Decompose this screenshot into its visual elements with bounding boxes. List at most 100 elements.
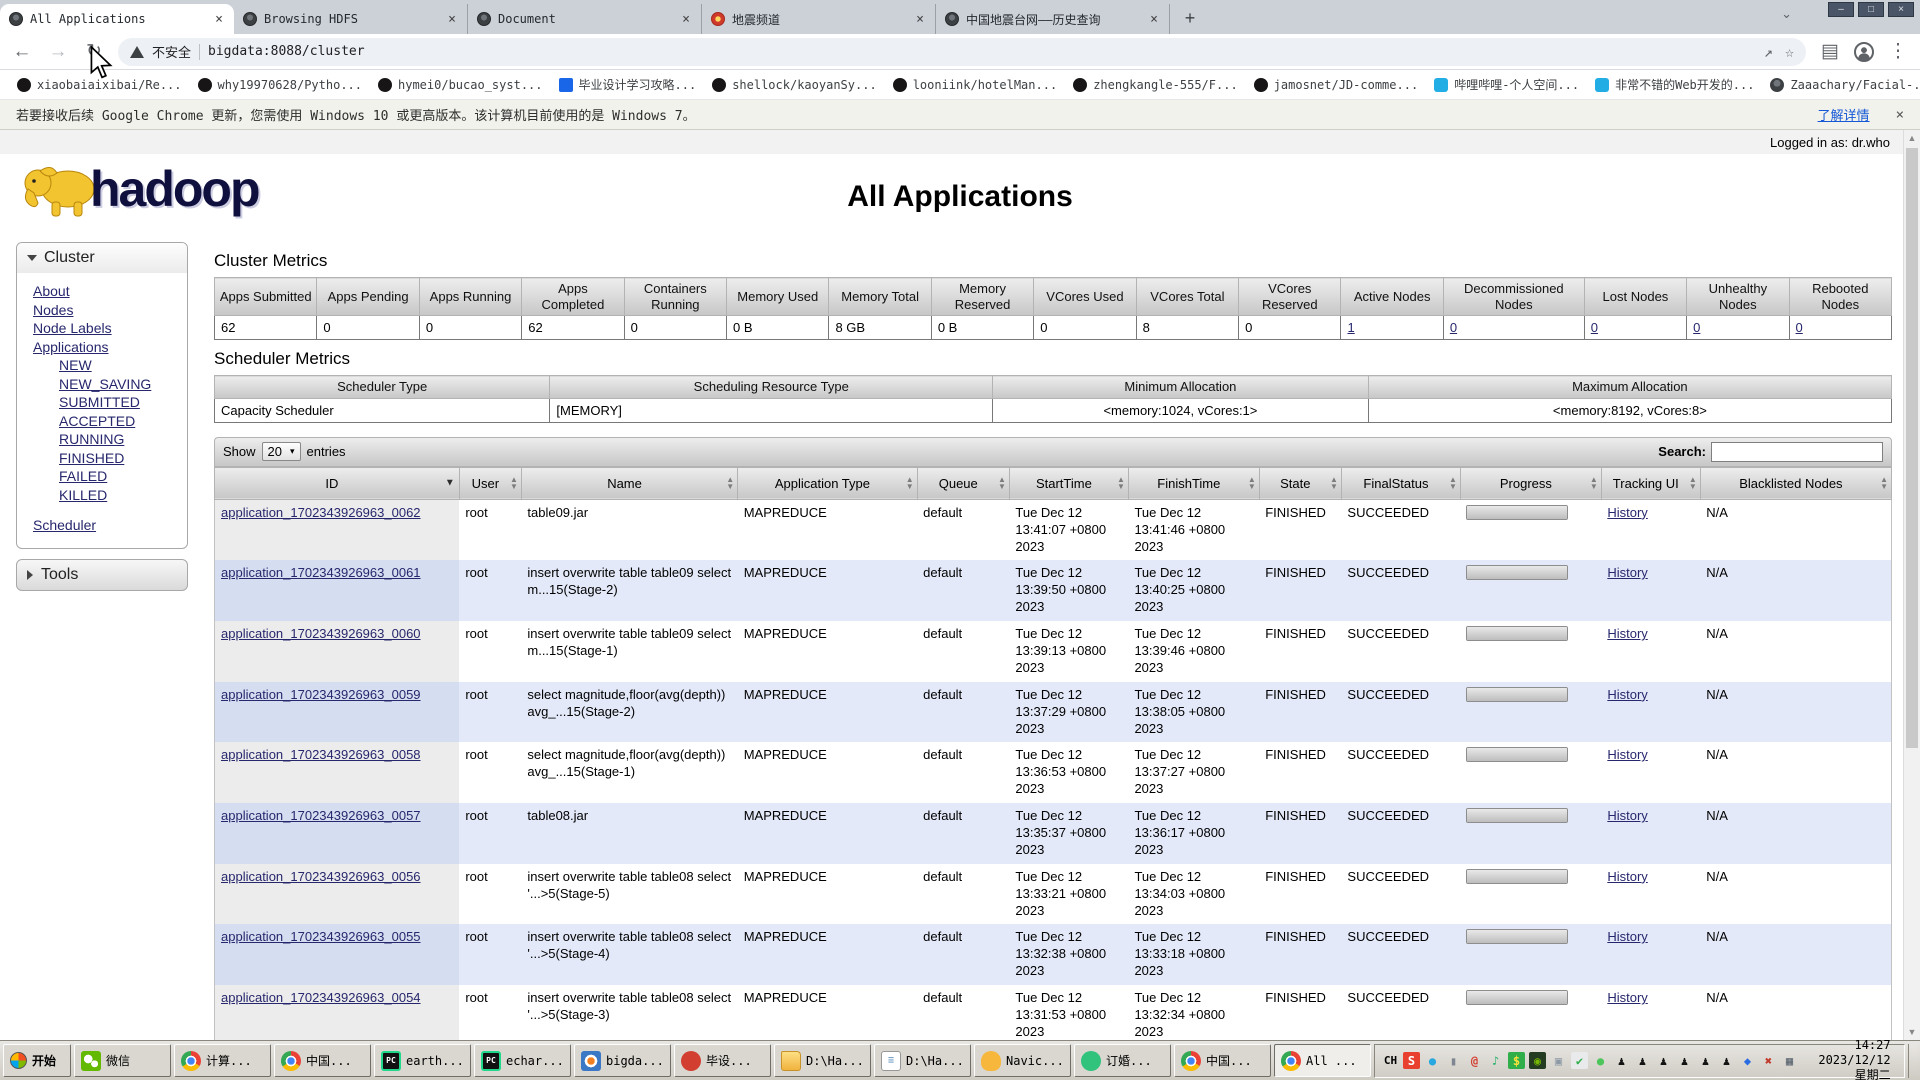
tools-section-header[interactable]: Tools bbox=[16, 559, 188, 591]
bookmark-looniink-hotelman[interactable]: looniink/hotelMan... bbox=[888, 76, 1063, 94]
tab-all-applications[interactable]: All Applications× bbox=[0, 4, 234, 34]
taskbar-button-d-ha[interactable]: ≡D:\Ha... bbox=[874, 1044, 971, 1077]
share-icon[interactable]: ↗ bbox=[1764, 43, 1773, 61]
qq-penguin-3-icon[interactable]: ♟ bbox=[1655, 1052, 1672, 1069]
search-input[interactable] bbox=[1711, 442, 1883, 462]
maximize-button[interactable]: □ bbox=[1858, 2, 1884, 17]
cluster-metric-link[interactable]: 0 bbox=[1693, 320, 1700, 335]
sidebar-item-nodes[interactable]: Nodes bbox=[33, 302, 181, 319]
address-bar[interactable]: 不安全 bigdata:8088/cluster ↗ ☆ bbox=[118, 38, 1806, 66]
wechat-tray-icon[interactable]: ● bbox=[1592, 1052, 1609, 1069]
coin-plugin-icon[interactable]: $ bbox=[1508, 1052, 1525, 1069]
side-panel-icon[interactable]: ▤ bbox=[1818, 40, 1842, 63]
app-id-link[interactable]: application_1702343926963_0060 bbox=[221, 626, 421, 641]
sidebar-state-finished[interactable]: FINISHED bbox=[59, 450, 181, 467]
bookmark-web[interactable]: 非常不错的Web开发的... bbox=[1590, 74, 1759, 95]
close-button[interactable]: × bbox=[1888, 2, 1914, 17]
tab-close-icon[interactable]: × bbox=[1148, 12, 1160, 27]
tab-item[interactable]: 中国地震台网——历史查询× bbox=[936, 4, 1170, 34]
history-link[interactable]: History bbox=[1607, 505, 1647, 520]
scrollbar-thumb[interactable] bbox=[1906, 148, 1918, 748]
taskbar-button-item[interactable]: 中国... bbox=[1174, 1044, 1271, 1077]
column-header-blacklisted-nodes[interactable]: Blacklisted Nodes▲▼ bbox=[1700, 467, 1891, 499]
qq-penguin-2-icon[interactable]: ♟ bbox=[1634, 1052, 1651, 1069]
sidebar-state-accepted[interactable]: ACCEPTED bbox=[59, 413, 181, 430]
taskbar-button-item[interactable]: 计算... bbox=[174, 1044, 271, 1077]
app-id-link[interactable]: application_1702343926963_0055 bbox=[221, 929, 421, 944]
learn-more-link[interactable]: 了解详情 bbox=[1818, 105, 1870, 124]
bookmark-zaaachary-facial[interactable]: Zaaachary/Facial-... bbox=[1765, 76, 1920, 94]
bookmark-jamosnet-jd-comme[interactable]: jamosnet/JD-comme... bbox=[1249, 76, 1424, 94]
app-id-link[interactable]: application_1702343926963_0054 bbox=[221, 990, 421, 1005]
taskbar-button-item[interactable]: 毕设... bbox=[674, 1044, 771, 1077]
taskbar-button-echar[interactable]: PCechar... bbox=[474, 1044, 571, 1077]
minimize-button[interactable]: – bbox=[1828, 2, 1854, 17]
sidebar-state-running[interactable]: RUNNING bbox=[59, 431, 181, 448]
tab-close-icon[interactable]: × bbox=[914, 12, 926, 27]
qq-penguin-5-icon[interactable]: ♟ bbox=[1697, 1052, 1714, 1069]
column-header-name[interactable]: Name▲▼ bbox=[521, 467, 737, 499]
sidebar-state-new[interactable]: NEW bbox=[59, 357, 181, 374]
taskbar-button-item[interactable]: 微信 bbox=[74, 1044, 171, 1077]
qq-penguin-4-icon[interactable]: ♟ bbox=[1676, 1052, 1693, 1069]
page-scrollbar[interactable]: ▲ ▼ bbox=[1903, 130, 1920, 1040]
tab-document[interactable]: Document× bbox=[468, 4, 702, 34]
bookmark-item[interactable]: 毕业设计学习攻略... bbox=[554, 74, 702, 95]
column-header-progress[interactable]: Progress▲▼ bbox=[1460, 467, 1601, 499]
column-header-tracking-ui[interactable]: Tracking UI▲▼ bbox=[1601, 467, 1700, 499]
profile-icon[interactable] bbox=[1854, 42, 1874, 62]
taskbar-button-d-ha[interactable]: D:\Ha... bbox=[774, 1044, 871, 1077]
cluster-section-header[interactable]: Cluster bbox=[17, 243, 187, 273]
sidebar-state-killed[interactable]: KILLED bbox=[59, 487, 181, 504]
taskbar-button-item[interactable]: 中国... bbox=[274, 1044, 371, 1077]
sidebar-state-submitted[interactable]: SUBMITTED bbox=[59, 394, 181, 411]
scroll-down-icon[interactable]: ▼ bbox=[1904, 1027, 1920, 1037]
network-status-icon[interactable]: ▦ bbox=[1781, 1052, 1798, 1069]
new-tab-button[interactable]: + bbox=[1176, 4, 1204, 32]
sidebar-item-applications[interactable]: Applications bbox=[33, 339, 181, 356]
nvidia-settings-icon[interactable]: ◉ bbox=[1529, 1052, 1546, 1069]
column-header-user[interactable]: User▲▼ bbox=[459, 467, 521, 499]
tab-search-chevron-icon[interactable]: ⌄ bbox=[1781, 6, 1792, 22]
column-header-queue[interactable]: Queue▲▼ bbox=[917, 467, 1009, 499]
taskbar-button-item[interactable]: 订婚... bbox=[1074, 1044, 1171, 1077]
back-icon[interactable]: ← bbox=[10, 41, 34, 63]
column-header-state[interactable]: State▲▼ bbox=[1259, 467, 1341, 499]
app-id-link[interactable]: application_1702343926963_0057 bbox=[221, 808, 421, 823]
red-swirl-icon[interactable]: @ bbox=[1466, 1052, 1483, 1069]
cluster-metric-link[interactable]: 0 bbox=[1591, 320, 1598, 335]
history-link[interactable]: History bbox=[1607, 687, 1647, 702]
not-secure-warning-icon[interactable] bbox=[130, 46, 144, 58]
volume-muted-icon[interactable]: ✖ bbox=[1760, 1052, 1777, 1069]
taskbar-button-all[interactable]: All ... bbox=[1274, 1044, 1371, 1077]
history-link[interactable]: History bbox=[1607, 869, 1647, 884]
app-id-link[interactable]: application_1702343926963_0058 bbox=[221, 747, 421, 762]
show-desktop-button[interactable] bbox=[1908, 1044, 1917, 1078]
bookmark-shellock-kaoyansy[interactable]: shellock/kaoyanSy... bbox=[707, 76, 882, 94]
bookmark-item[interactable]: 哔哩哔哩-个人空间... bbox=[1429, 74, 1584, 95]
app-id-link[interactable]: application_1702343926963_0059 bbox=[221, 687, 421, 702]
app-id-link[interactable]: application_1702343926963_0062 bbox=[221, 505, 421, 520]
menu-dots-icon[interactable]: ⋮ bbox=[1886, 40, 1910, 63]
app-id-link[interactable]: application_1702343926963_0056 bbox=[221, 869, 421, 884]
qq-penguin-6-icon[interactable]: ♟ bbox=[1718, 1052, 1735, 1069]
bookmark-hymei0-bucao-syst[interactable]: hymei0/bucao_syst... bbox=[373, 76, 548, 94]
tab-close-icon[interactable]: × bbox=[680, 12, 692, 27]
column-header-finishtime[interactable]: FinishTime▲▼ bbox=[1128, 467, 1259, 499]
qq-penguin-1-icon[interactable]: ♟ bbox=[1613, 1052, 1630, 1069]
taskbar-button-navic[interactable]: Navic... bbox=[974, 1044, 1071, 1077]
cluster-metric-link[interactable]: 0 bbox=[1796, 320, 1803, 335]
sidebar-item-about[interactable]: About bbox=[33, 283, 181, 300]
tab-item[interactable]: 地震频道× bbox=[702, 4, 936, 34]
security-shield-icon[interactable]: ◆ bbox=[1739, 1052, 1756, 1069]
history-link[interactable]: History bbox=[1607, 565, 1647, 580]
history-link[interactable]: History bbox=[1607, 808, 1647, 823]
taskbar-button-bigda[interactable]: bigda... bbox=[574, 1044, 671, 1077]
scroll-up-icon[interactable]: ▲ bbox=[1904, 130, 1920, 143]
bookmark-star-icon[interactable]: ☆ bbox=[1785, 43, 1794, 61]
bookmark-zhengkangle-555-f[interactable]: zhengkangle-555/F... bbox=[1068, 76, 1243, 94]
tab-close-icon[interactable]: × bbox=[446, 12, 458, 27]
column-header-application-type[interactable]: Application Type▲▼ bbox=[738, 467, 917, 499]
sidebar-item-node-labels[interactable]: Node Labels bbox=[33, 320, 181, 337]
start-button[interactable]: 开始 bbox=[3, 1044, 71, 1077]
